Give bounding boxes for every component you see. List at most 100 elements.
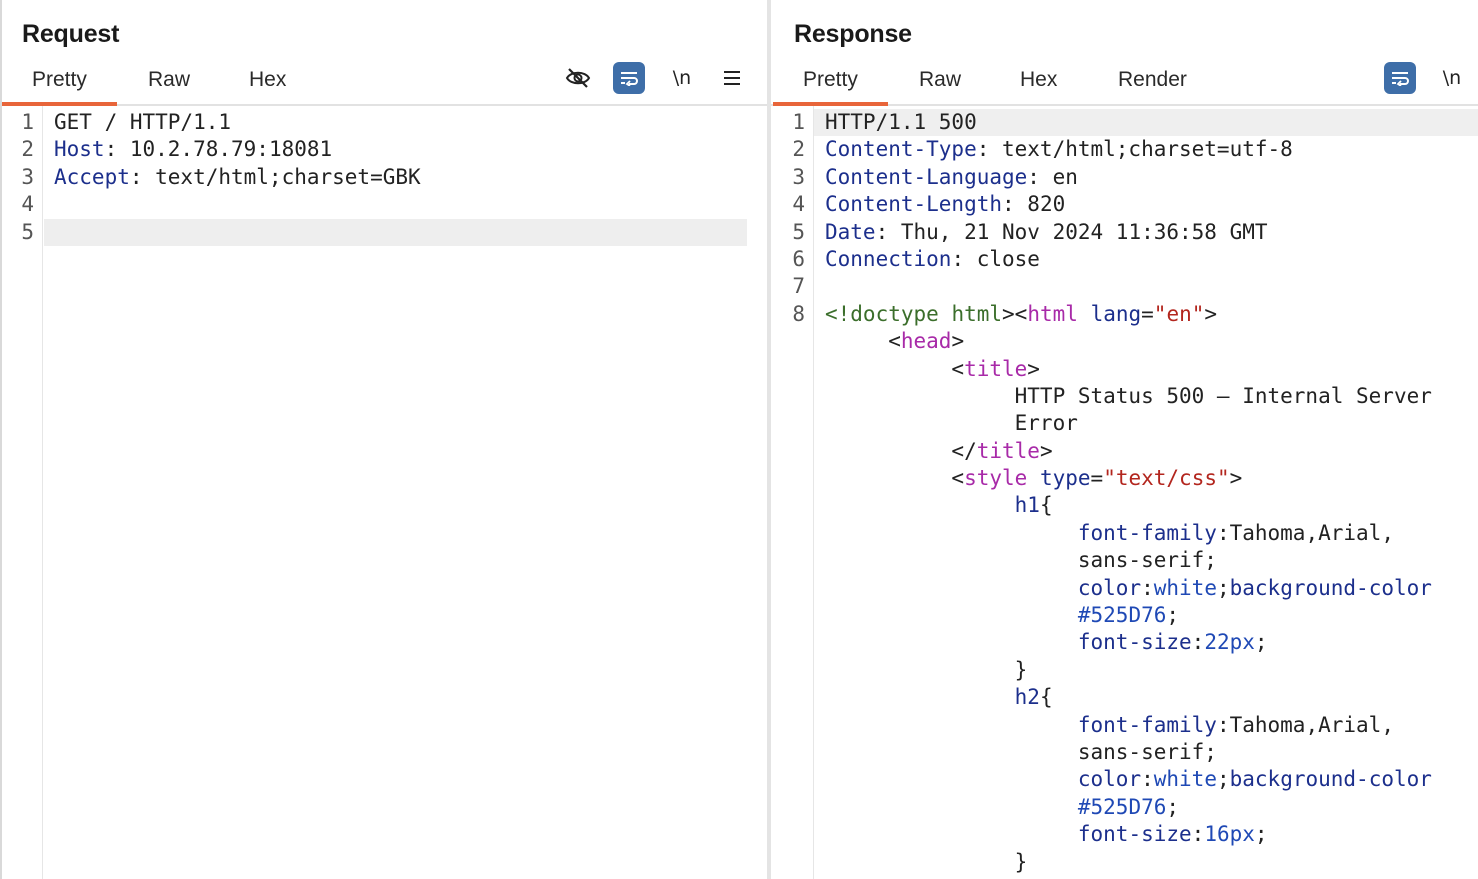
code-token: = [1090,466,1104,491]
tab-request-hex[interactable]: Hex [249,68,286,92]
tab-response-pretty[interactable]: Pretty [773,68,888,106]
tab-response-hex[interactable]: Hex [1020,68,1057,92]
code-line: 3 Accept: text/html;charset=GBK [2,164,767,191]
code-line: HTTP Status 500 – Internal Server [771,383,1478,410]
code-line: <head> [771,328,1478,355]
code-token: type [1039,466,1091,491]
code-token: > [1027,356,1040,381]
code-line: sans-serif; [771,739,1478,766]
code-token: : 820 [1002,192,1066,217]
code-token: } [825,849,1028,874]
request-editor[interactable]: 1 GET / HTTP/1.1 2 Host: 10.2.78.79:18081 3 A… [2,106,767,879]
code-text: #525D76; [825,794,1179,821]
code-token: font-family [1077,712,1217,737]
code-token: #525D76 [1077,794,1167,819]
code-token: 22px [1204,630,1255,655]
request-menu-button[interactable] [717,62,747,94]
code-text: </title> [825,438,1052,465]
code-token: head [900,329,952,354]
request-pane: Request Pretty Raw Hex \n 1 GET / HTTP/1… [0,0,767,879]
line-number: 6 [792,246,805,271]
current-line-highlight [44,218,747,246]
code-token: font-family [1077,520,1217,545]
tab-request-pretty[interactable]: Pretty [2,68,117,106]
code-token: 16px [1204,822,1255,847]
code-token: < [825,356,965,381]
code-token: font-size [1077,630,1192,655]
code-token: color [1077,575,1142,600]
code-token: ; [1166,603,1180,628]
response-title: Response [794,20,912,48]
code-token: } [825,657,1028,682]
code-text: Connection: close [825,246,1040,273]
code-text: <style type="text/css"> [825,465,1242,492]
response-tabs: Pretty Raw Hex Render \n [771,62,1478,106]
newline-icon: \n [672,67,692,89]
code-token: < [825,466,965,491]
code-line: 8 <!doctype html><html lang="en"> [771,301,1478,328]
code-text: Content-Length: 820 [825,191,1065,218]
code-token: h2 [1014,685,1040,710]
hide-nonprinting-button[interactable] [562,62,594,94]
code-token: sans-serif; [825,739,1217,764]
code-token: { [1039,685,1053,710]
tab-request-raw[interactable]: Raw [148,68,190,92]
code-token: : text/html;charset=GBK [129,164,421,189]
code-line: 5 [2,218,767,246]
wrap-lines-icon [621,72,638,86]
code-token: > [951,329,965,354]
code-token: Date [825,219,876,244]
code-line: font-size:22px; [771,629,1478,656]
code-token: Content-Type [825,137,977,162]
code-text: Date: Thu, 21 Nov 2024 11:36:58 GMT [825,219,1268,246]
code-token: Accept [54,164,130,189]
response-editor[interactable]: 1 HTTP/1.1 500 2 Content-Type: text/html;ch… [771,106,1478,879]
code-token: Host [54,137,105,162]
request-show-newlines-button[interactable]: \n [667,62,697,94]
code-token: : text/html;charset=utf-8 [976,137,1293,162]
code-token: #525D76 [1077,603,1167,628]
line-number: 1 [21,110,34,134]
code-token: :Tahoma,Arial, [1216,520,1394,545]
response-show-newlines-button[interactable]: \n [1437,62,1467,94]
line-number: 2 [21,137,34,162]
code-text: Host: 10.2.78.79:18081 [54,136,332,163]
code-line: 2 Host: 10.2.78.79:18081 [2,136,767,163]
code-token: "text/css" [1103,466,1230,491]
code-token: >< [1002,301,1028,326]
wrap-lines-icon [1392,72,1409,86]
code-line: <title> [771,356,1478,383]
response-wrap-lines-button[interactable] [1384,62,1416,94]
line-number: 4 [792,192,805,217]
code-token: HTTP Status 500 – Internal Server [825,383,1432,408]
code-text: #525D76; [825,602,1179,629]
line-number: 1 [792,110,805,134]
line-number: 4 [21,192,34,217]
code-token: ; [1254,822,1268,847]
code-text: <head> [825,328,964,355]
code-token: : [1191,630,1205,655]
code-line: } [771,657,1478,684]
code-token: : Thu, 21 Nov 2024 11:36:58 GMT [875,219,1268,244]
code-line: #525D76; [771,602,1478,629]
code-token: </ [825,438,977,463]
tab-response-raw[interactable]: Raw [919,68,961,92]
code-line: 1 HTTP/1.1 500 [771,109,1478,137]
code-line: h2{ [771,684,1478,711]
code-line: 1 GET / HTTP/1.1 [2,109,767,136]
code-text: font-size:22px; [825,629,1268,656]
code-text: color:white;background-color [825,575,1432,602]
request-wrap-lines-button[interactable] [613,62,645,94]
code-line: 2 Content-Type: text/html;charset=utf-8 [771,136,1478,163]
code-text: GET / HTTP/1.1 [54,109,231,136]
code-token: Connection [825,246,952,271]
code-text: Content-Type: text/html;charset=utf-8 [825,136,1293,163]
tab-response-render[interactable]: Render [1118,68,1187,92]
code-text: HTTP Status 500 – Internal Server [825,383,1432,410]
